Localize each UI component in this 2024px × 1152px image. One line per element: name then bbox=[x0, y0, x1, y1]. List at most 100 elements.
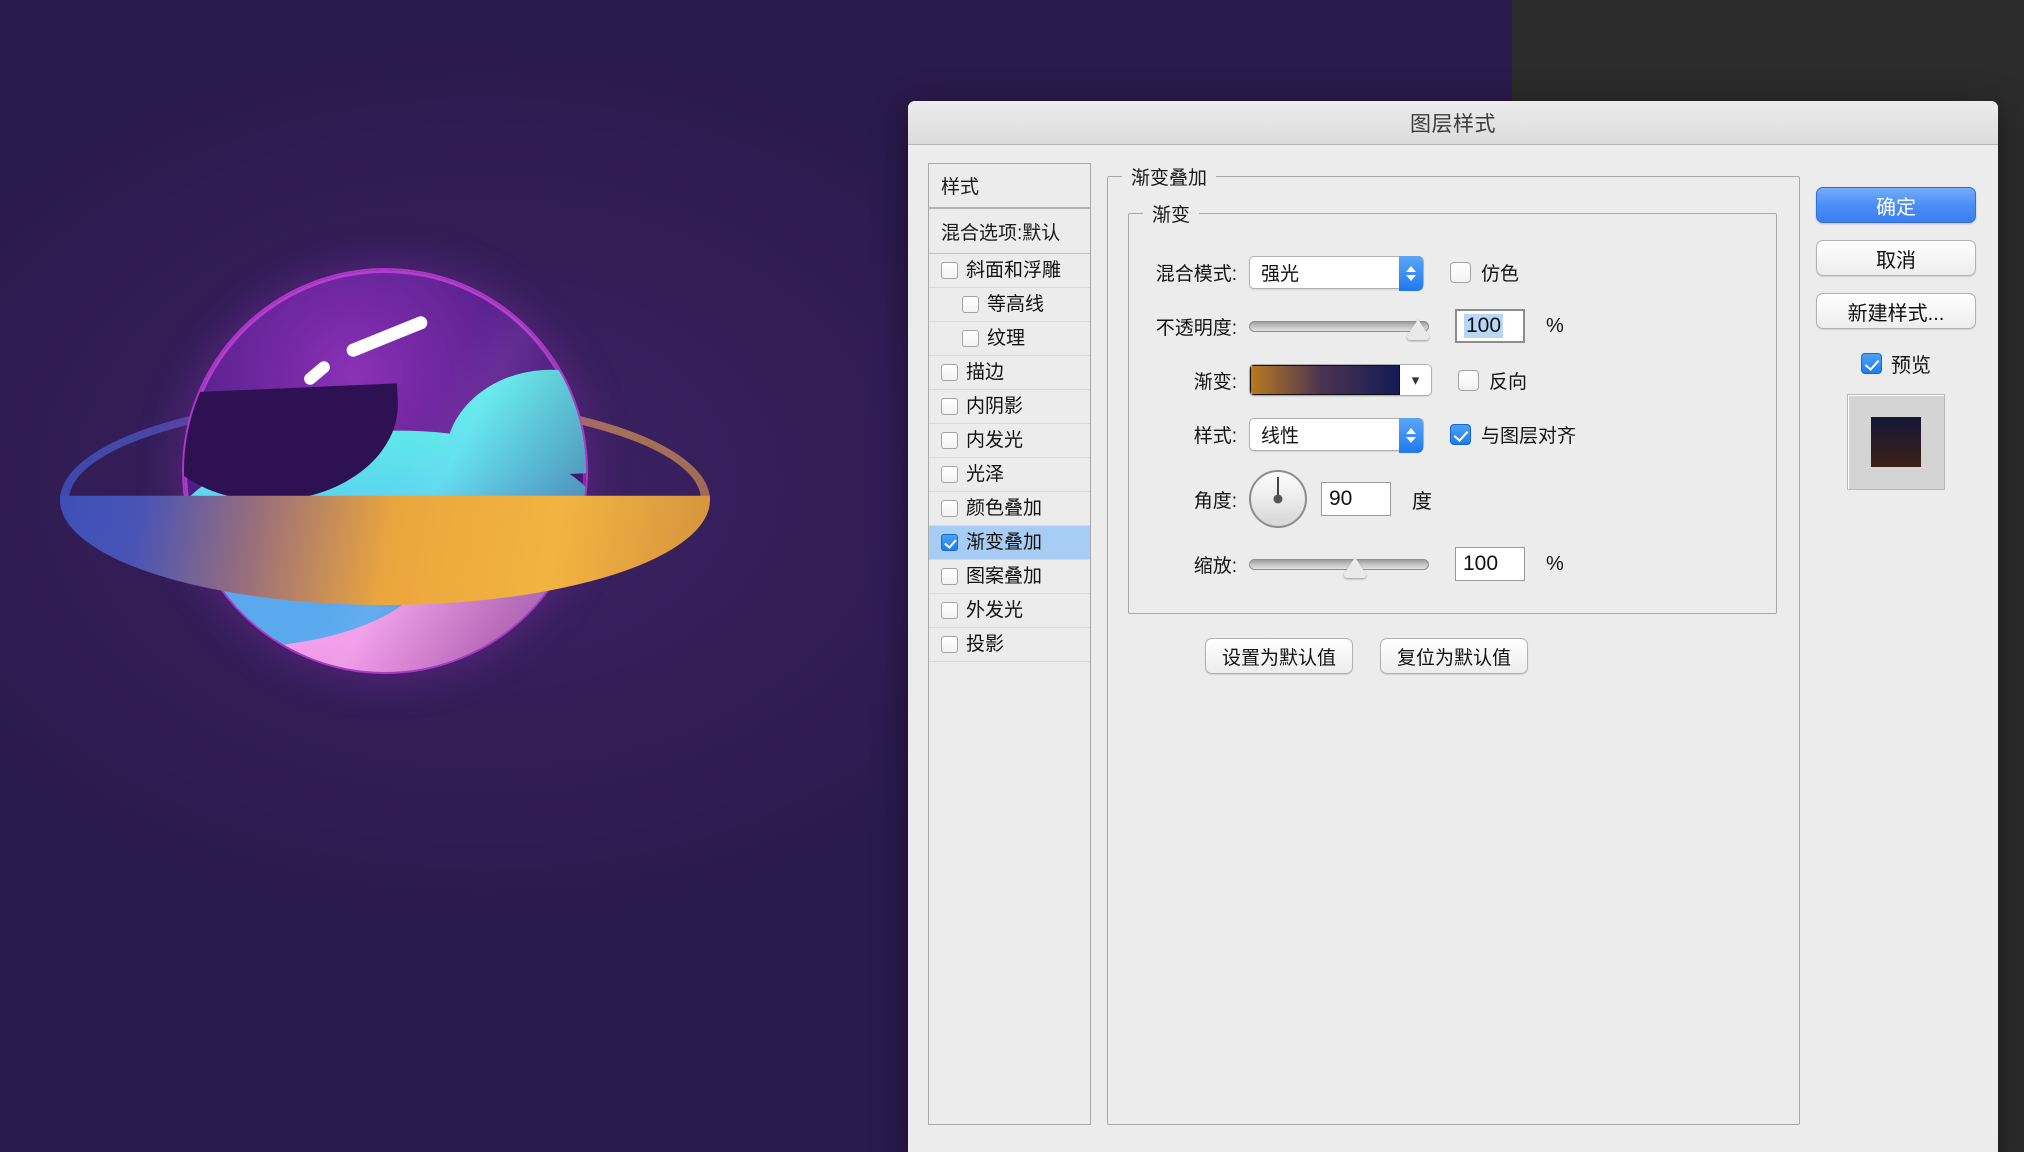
sidebar-item-pattern-overlay[interactable]: 图案叠加 bbox=[929, 560, 1090, 594]
gradient-row: 渐变: ▾ 反向 bbox=[1129, 353, 1776, 407]
sidebar-item-stroke[interactable]: 描边 bbox=[929, 356, 1090, 390]
preview-thumbnail bbox=[1871, 417, 1921, 467]
scale-slider-thumb[interactable] bbox=[1344, 557, 1366, 578]
blend-mode-value: 强光 bbox=[1261, 263, 1300, 285]
scale-unit: % bbox=[1546, 552, 1564, 575]
sidebar-item-label: 斜面和浮雕 bbox=[966, 260, 1062, 281]
checkbox-pattern-overlay[interactable] bbox=[941, 568, 958, 585]
angle-unit: 度 bbox=[1412, 490, 1432, 513]
scale-row: 缩放: 100 % bbox=[1129, 537, 1776, 591]
style-row: 样式: 线性 与图层对齐 bbox=[1129, 407, 1776, 461]
sidebar-item-contour[interactable]: 等高线 bbox=[929, 288, 1090, 322]
checkbox-contour[interactable] bbox=[962, 296, 979, 313]
sidebar-item-gradient-overlay[interactable]: 渐变叠加 bbox=[929, 526, 1090, 560]
sidebar-item-label: 图案叠加 bbox=[966, 566, 1043, 587]
sidebar-item-label: 颜色叠加 bbox=[966, 498, 1043, 519]
checkbox-preview[interactable] bbox=[1861, 353, 1882, 374]
align-with-layer-row[interactable]: 与图层对齐 bbox=[1450, 421, 1576, 448]
checkbox-reverse[interactable] bbox=[1458, 369, 1479, 391]
angle-value-group: 90 度 bbox=[1321, 482, 1432, 516]
opacity-slider[interactable] bbox=[1249, 311, 1429, 341]
style-value: 线性 bbox=[1261, 425, 1300, 447]
sidebar-item-inner-glow[interactable]: 内发光 bbox=[929, 424, 1090, 458]
opacity-input[interactable]: 100 bbox=[1455, 309, 1525, 343]
styles-panel[interactable]: 样式 混合选项:默认 斜面和浮雕 等高线 纹理 描边 内阴影 内发光 光泽 颜色… bbox=[928, 163, 1091, 1125]
angle-input[interactable]: 90 bbox=[1321, 482, 1391, 516]
sidebar-item-label: 描边 bbox=[966, 362, 1005, 383]
chevron-updown-icon[interactable] bbox=[1399, 255, 1423, 291]
set-default-button[interactable]: 设置为默认值 bbox=[1205, 638, 1353, 674]
checkbox-outer-glow[interactable] bbox=[941, 602, 958, 619]
new-style-button[interactable]: 新建样式... bbox=[1816, 293, 1976, 329]
reverse-label: 反向 bbox=[1489, 371, 1528, 393]
style-label: 样式: bbox=[1193, 425, 1237, 447]
angle-value: 90 bbox=[1329, 487, 1353, 510]
blend-mode-select[interactable]: 强光 bbox=[1249, 255, 1424, 291]
gradient-group-title: 渐变 bbox=[1152, 205, 1191, 226]
sidebar-item-satin[interactable]: 光泽 bbox=[929, 458, 1090, 492]
sidebar-item-label: 内阴影 bbox=[966, 396, 1024, 417]
checkbox-inner-glow[interactable] bbox=[941, 432, 958, 449]
layer-style-dialog: 图层样式 样式 混合选项:默认 斜面和浮雕 等高线 纹理 描边 内阴影 内发光 … bbox=[908, 101, 1998, 1152]
checkbox-color-overlay[interactable] bbox=[941, 500, 958, 517]
checkbox-bevel-emboss[interactable] bbox=[941, 262, 958, 279]
style-select[interactable]: 线性 bbox=[1249, 417, 1424, 453]
opacity-slider-track[interactable] bbox=[1249, 320, 1429, 332]
checkbox-drop-shadow[interactable] bbox=[941, 636, 958, 653]
angle-dial[interactable] bbox=[1249, 470, 1307, 528]
dialog-title: 图层样式 bbox=[1410, 112, 1496, 136]
angle-label: 角度: bbox=[1193, 490, 1237, 512]
scale-slider-track[interactable] bbox=[1249, 558, 1429, 570]
ok-button[interactable]: 确定 bbox=[1816, 187, 1976, 223]
checkbox-dither[interactable] bbox=[1450, 261, 1471, 283]
sidebar-item-label: 投影 bbox=[966, 634, 1005, 655]
preview-thumbnail-box bbox=[1847, 394, 1945, 490]
sidebar-item-label: 内发光 bbox=[966, 430, 1024, 451]
checkbox-align-with-layer[interactable] bbox=[1450, 423, 1471, 445]
opacity-slider-thumb[interactable] bbox=[1407, 319, 1429, 340]
opacity-label: 不透明度: bbox=[1155, 317, 1237, 339]
gradient-label: 渐变: bbox=[1193, 371, 1237, 393]
sidebar-item-drop-shadow[interactable]: 投影 bbox=[929, 628, 1090, 662]
align-with-layer-label: 与图层对齐 bbox=[1481, 425, 1577, 447]
opacity-unit: % bbox=[1546, 314, 1564, 337]
opacity-row: 不透明度: 100 % bbox=[1129, 299, 1776, 353]
checkbox-gradient-overlay[interactable] bbox=[941, 534, 958, 551]
sidebar-item-inner-shadow[interactable]: 内阴影 bbox=[929, 390, 1090, 424]
opacity-value: 100 bbox=[1464, 314, 1504, 338]
preview-toggle-row[interactable]: 预览 bbox=[1861, 349, 1931, 378]
chevron-down-icon[interactable]: ▾ bbox=[1400, 371, 1431, 389]
checkbox-inner-shadow[interactable] bbox=[941, 398, 958, 415]
gradient-group: 渐变 混合模式: 强光 仿色 不透明度: 100 % 渐变: ▾ 反向 样式: … bbox=[1128, 200, 1777, 614]
checkbox-satin[interactable] bbox=[941, 466, 958, 483]
scale-slider[interactable] bbox=[1249, 549, 1429, 579]
chevron-updown-icon[interactable] bbox=[1399, 417, 1423, 453]
reset-default-button[interactable]: 复位为默认值 bbox=[1380, 638, 1528, 674]
dither-label: 仿色 bbox=[1481, 263, 1520, 285]
sidebar-item-bevel-emboss[interactable]: 斜面和浮雕 bbox=[929, 254, 1090, 288]
sidebar-item-blending-options[interactable]: 混合选项:默认 bbox=[929, 209, 1090, 254]
angle-row: 角度: 90 度 bbox=[1129, 461, 1776, 537]
dialog-titlebar[interactable]: 图层样式 bbox=[908, 101, 1998, 145]
scale-input[interactable]: 100 bbox=[1455, 547, 1525, 581]
sidebar-item-color-overlay[interactable]: 颜色叠加 bbox=[929, 492, 1090, 526]
checkbox-texture[interactable] bbox=[962, 330, 979, 347]
sidebar-item-label: 光泽 bbox=[966, 464, 1005, 485]
blend-mode-row: 混合模式: 强光 仿色 bbox=[1129, 245, 1776, 299]
dither-row[interactable]: 仿色 bbox=[1450, 259, 1519, 286]
gradient-swatch[interactable] bbox=[1250, 365, 1400, 395]
checkbox-stroke[interactable] bbox=[941, 364, 958, 381]
sidebar-item-outer-glow[interactable]: 外发光 bbox=[929, 594, 1090, 628]
sidebar-item-label: 纹理 bbox=[987, 328, 1026, 349]
planet-artwork bbox=[60, 270, 710, 730]
defaults-button-row: 设置为默认值 复位为默认值 bbox=[1205, 638, 1799, 674]
reverse-row[interactable]: 反向 bbox=[1458, 367, 1527, 394]
sidebar-item-label: 渐变叠加 bbox=[966, 532, 1043, 553]
preview-label: 预览 bbox=[1891, 355, 1931, 377]
gradient-overlay-group-title: 渐变叠加 bbox=[1131, 168, 1208, 189]
planet-sphere bbox=[184, 270, 586, 672]
gradient-picker[interactable]: ▾ bbox=[1249, 364, 1432, 396]
sidebar-item-texture[interactable]: 纹理 bbox=[929, 322, 1090, 356]
scale-label: 缩放: bbox=[1193, 555, 1237, 577]
cancel-button[interactable]: 取消 bbox=[1816, 240, 1976, 276]
